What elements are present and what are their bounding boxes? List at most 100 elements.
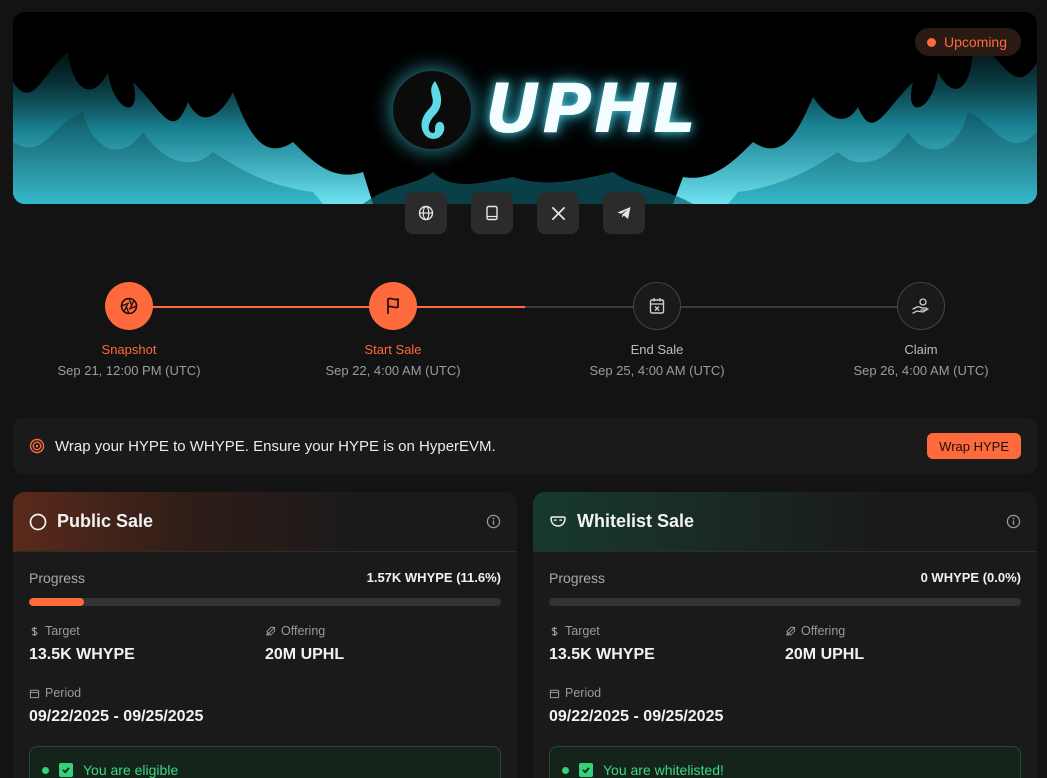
progress-bar-fill — [29, 598, 84, 606]
notice-text: Wrap your HYPE to WHYPE. Ensure your HYP… — [55, 437, 496, 455]
offering-label-row: Offering — [265, 624, 501, 638]
progress-value: 1.57K WHYPE (11.6%) — [366, 570, 501, 585]
dollar-icon — [31, 626, 38, 636]
telegram-button[interactable] — [603, 192, 645, 234]
period-value: 09/22/2025 - 09/25/2025 — [29, 708, 204, 725]
period-stat: Period 09/22/2025 - 09/25/2025 — [29, 686, 501, 726]
sale-stats: Target 13.5K WHYPE Offering 20M UPHL — [549, 624, 1021, 664]
globe-icon — [418, 205, 434, 221]
flame-logo-icon — [421, 80, 445, 139]
x-logo-icon — [551, 206, 565, 220]
aperture-icon — [120, 297, 138, 315]
target-label-row: Target — [29, 624, 265, 638]
project-logo: UPHL — [393, 70, 698, 149]
telegram-icon — [617, 207, 631, 219]
timeline-step-start-sale: Start Sale Sep 22, 4:00 AM (UTC) — [293, 282, 493, 378]
offering-label-row: Offering — [785, 624, 1021, 638]
eligibility-status: You are eligible — [29, 746, 501, 778]
progress-row: Progress 0 WHYPE (0.0%) — [549, 570, 1021, 586]
timeline-step-end-sale: End Sale Sep 25, 4:00 AM (UTC) — [557, 282, 757, 378]
check-icon — [59, 763, 73, 777]
target-label-row: Target — [549, 624, 785, 638]
docs-button[interactable] — [471, 192, 513, 234]
status-dot — [42, 766, 49, 774]
eligibility-text: You are eligible — [83, 762, 179, 778]
card-header: Public Sale — [13, 492, 517, 552]
timeline-step-claim: Claim Sep 26, 4:00 AM (UTC) — [821, 282, 1021, 378]
timeline-step-date: Sep 21, 12:00 PM (UTC) — [57, 363, 201, 378]
timeline-step-date: Sep 25, 4:00 AM (UTC) — [589, 363, 725, 378]
book-icon — [486, 205, 498, 221]
target-label: Target — [565, 624, 600, 638]
progress-bar — [549, 598, 1021, 606]
check-icon — [579, 763, 593, 777]
status-badge: Upcoming — [914, 28, 1021, 56]
calendar-x-icon — [649, 298, 665, 314]
sale-stats: Target 13.5K WHYPE Offering 20M UPHL — [29, 624, 501, 664]
period-label-row: Period — [549, 686, 1021, 700]
period-label-row: Period — [29, 686, 501, 700]
status-dot — [562, 766, 569, 774]
info-icon[interactable] — [486, 514, 501, 529]
card-title: Whitelist Sale — [577, 511, 695, 531]
progress-bar — [29, 598, 501, 606]
project-name: UPHL — [485, 70, 699, 149]
timeline-step-snapshot: Snapshot Sep 21, 12:00 PM (UTC) — [29, 282, 229, 378]
progress-label: Progress — [549, 570, 606, 586]
timeline-step-label: Start Sale — [364, 342, 422, 357]
eligibility-text: You are whitelisted! — [603, 762, 724, 778]
website-button[interactable] — [405, 192, 447, 234]
sale-timeline: Snapshot Sep 21, 12:00 PM (UTC) Start Sa… — [0, 282, 1047, 382]
timeline-step-circle — [633, 282, 681, 330]
card-header: Whitelist Sale — [533, 492, 1037, 552]
status-dot — [926, 37, 936, 47]
period-label: Period — [565, 686, 602, 700]
timeline-step-date: Sep 22, 4:00 AM (UTC) — [325, 363, 461, 378]
card-body: Progress 0 WHYPE (0.0%) Target 13.5K WHY… — [533, 552, 1037, 778]
timeline-step-circle — [897, 282, 945, 330]
calendar-icon — [549, 689, 560, 698]
card-title: Public Sale — [57, 511, 154, 531]
target-label: Target — [45, 624, 80, 638]
offering-value: 20M UPHL — [265, 646, 345, 663]
timeline-step-label: Claim — [904, 342, 938, 357]
progress-value: 0 WHYPE (0.0%) — [920, 570, 1021, 585]
progress-row: Progress 1.57K WHYPE (11.6%) — [29, 570, 501, 586]
flag-icon — [387, 297, 399, 314]
timeline-step-label: Snapshot — [101, 342, 157, 357]
target-value: 13.5K WHYPE — [549, 646, 655, 663]
mask-icon — [550, 515, 566, 527]
info-icon[interactable] — [1006, 514, 1021, 529]
wrap-notice: Wrap your HYPE to WHYPE. Ensure your HYP… — [13, 418, 1037, 474]
period-label: Period — [45, 686, 82, 700]
timeline-step-date: Sep 26, 4:00 AM (UTC) — [853, 363, 989, 378]
timeline-step-label: End Sale — [630, 342, 684, 357]
target-value: 13.5K WHYPE — [29, 646, 135, 663]
dollar-icon — [551, 626, 558, 636]
offering-value: 20M UPHL — [785, 646, 865, 663]
rocket-icon — [266, 626, 276, 636]
offering-stat: Offering 20M UPHL — [785, 624, 1021, 664]
rocket-icon — [786, 626, 796, 636]
logo-emblem — [393, 70, 471, 149]
calendar-icon — [29, 689, 40, 698]
timeline-step-circle — [369, 282, 417, 330]
spiral-icon — [29, 438, 45, 454]
period-stat: Period 09/22/2025 - 09/25/2025 — [549, 686, 1021, 726]
target-stat: Target 13.5K WHYPE — [549, 624, 785, 664]
wrap-hype-button[interactable]: Wrap HYPE — [927, 433, 1021, 459]
target-stat: Target 13.5K WHYPE — [29, 624, 265, 664]
social-links — [405, 192, 645, 234]
offering-label: Offering — [281, 624, 326, 638]
period-value: 09/22/2025 - 09/25/2025 — [549, 708, 724, 725]
status-text: Upcoming — [943, 34, 1007, 50]
progress-label: Progress — [29, 570, 86, 586]
offering-label: Offering — [801, 624, 846, 638]
card-body: Progress 1.57K WHYPE (11.6%) Target 13.5… — [13, 552, 517, 778]
offering-stat: Offering 20M UPHL — [265, 624, 501, 664]
whitelist-status: You are whitelisted! — [549, 746, 1021, 778]
circle-icon — [29, 513, 47, 530]
public-sale-card: Public Sale Progress 1.57K WHYPE (11.6%)… — [13, 492, 517, 778]
whitelist-sale-card: Whitelist Sale Progress 0 WHYPE (0.0%) T… — [533, 492, 1037, 778]
x-button[interactable] — [537, 192, 579, 234]
